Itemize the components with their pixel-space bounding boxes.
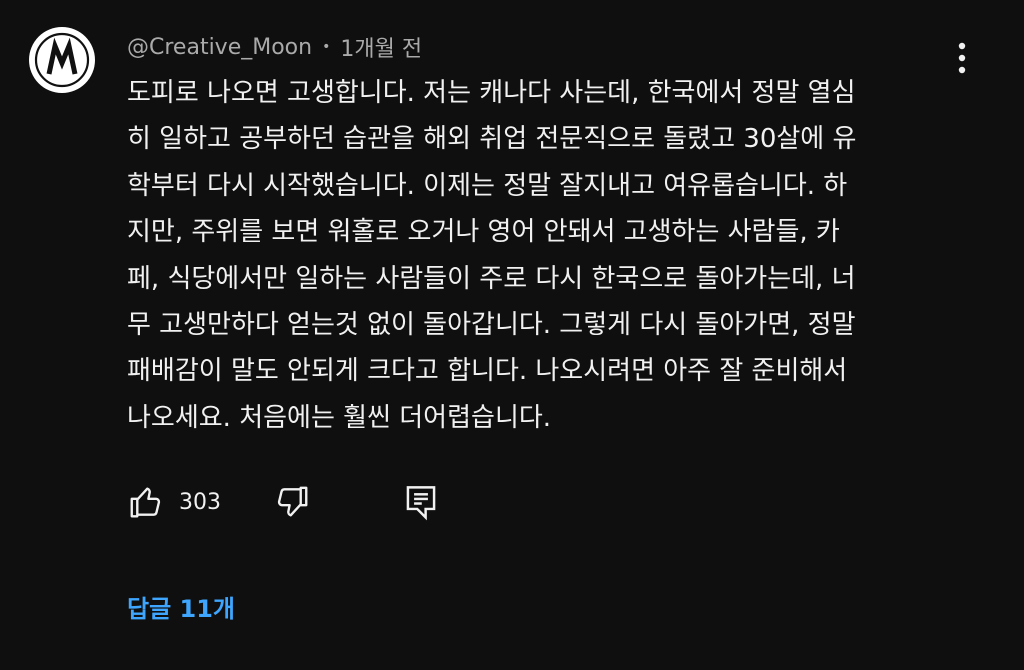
avatar[interactable] bbox=[29, 27, 95, 93]
comment-line: 히 일하고 공부하던 습관을 해외 취업 전문직으로 돌렸고 30살에 유 bbox=[127, 124, 857, 155]
avatar-logo bbox=[34, 32, 90, 88]
comment-thread: @Creative_Moon • 1개월 전 도피로 나오면 고생합니다. 저는… bbox=[0, 0, 1024, 670]
comment-actions: 303 bbox=[127, 480, 527, 524]
timestamp[interactable]: 1개월 전 bbox=[340, 31, 422, 63]
thumbs-down-icon bbox=[277, 486, 308, 517]
comment-text: 도피로 나오면 고생합니다. 저는 캐나다 사는데, 한국에서 정말 열심 히 … bbox=[127, 70, 957, 441]
view-replies-button[interactable]: 답글 11개 bbox=[127, 589, 235, 624]
comment-line: 패배감이 말도 안되게 크다고 합니다. 나오시려면 아주 잘 준비해서 bbox=[127, 356, 848, 387]
thumbs-up-icon bbox=[130, 487, 161, 518]
reply-button[interactable] bbox=[402, 480, 440, 524]
comment-line: 나오세요. 처음에는 훨씬 더어렵습니다. bbox=[127, 402, 552, 433]
comment-line: 지만, 주위를 보면 워홀로 오거나 영어 안돼서 고생하는 사람들, 카 bbox=[127, 217, 840, 248]
dislike-button[interactable] bbox=[273, 480, 311, 524]
like-button[interactable]: 303 bbox=[127, 480, 221, 524]
meta-separator: • bbox=[322, 39, 331, 55]
comment-line: 페, 식당에서만 일하는 사람들이 주로 다시 한국으로 돌아가는데, 너 bbox=[127, 263, 856, 294]
comment-line: 학부터 다시 시작했습니다. 이제는 정말 잘지내고 여유롭습니다. 하 bbox=[127, 170, 848, 201]
comment-line: 무 고생만하다 얻는것 없이 돌아갑니다. 그렇게 다시 돌아가면, 정말 bbox=[127, 310, 856, 341]
reply-icon bbox=[406, 486, 436, 521]
comment-line: 도피로 나오면 고생합니다. 저는 캐나다 사는데, 한국에서 정말 열심 bbox=[127, 78, 856, 108]
author-name[interactable]: @Creative_Moon bbox=[127, 35, 312, 60]
comment-header: @Creative_Moon • 1개월 전 bbox=[127, 31, 422, 63]
like-count: 303 bbox=[179, 489, 221, 515]
